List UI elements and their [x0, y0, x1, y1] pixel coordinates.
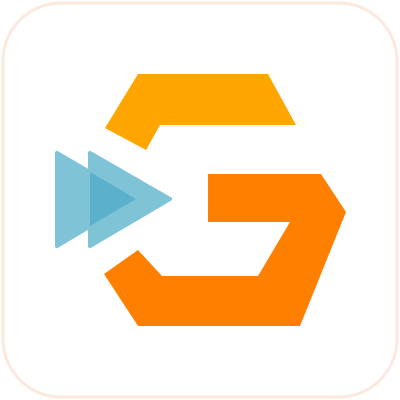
app-icon[interactable]	[0, 0, 400, 400]
